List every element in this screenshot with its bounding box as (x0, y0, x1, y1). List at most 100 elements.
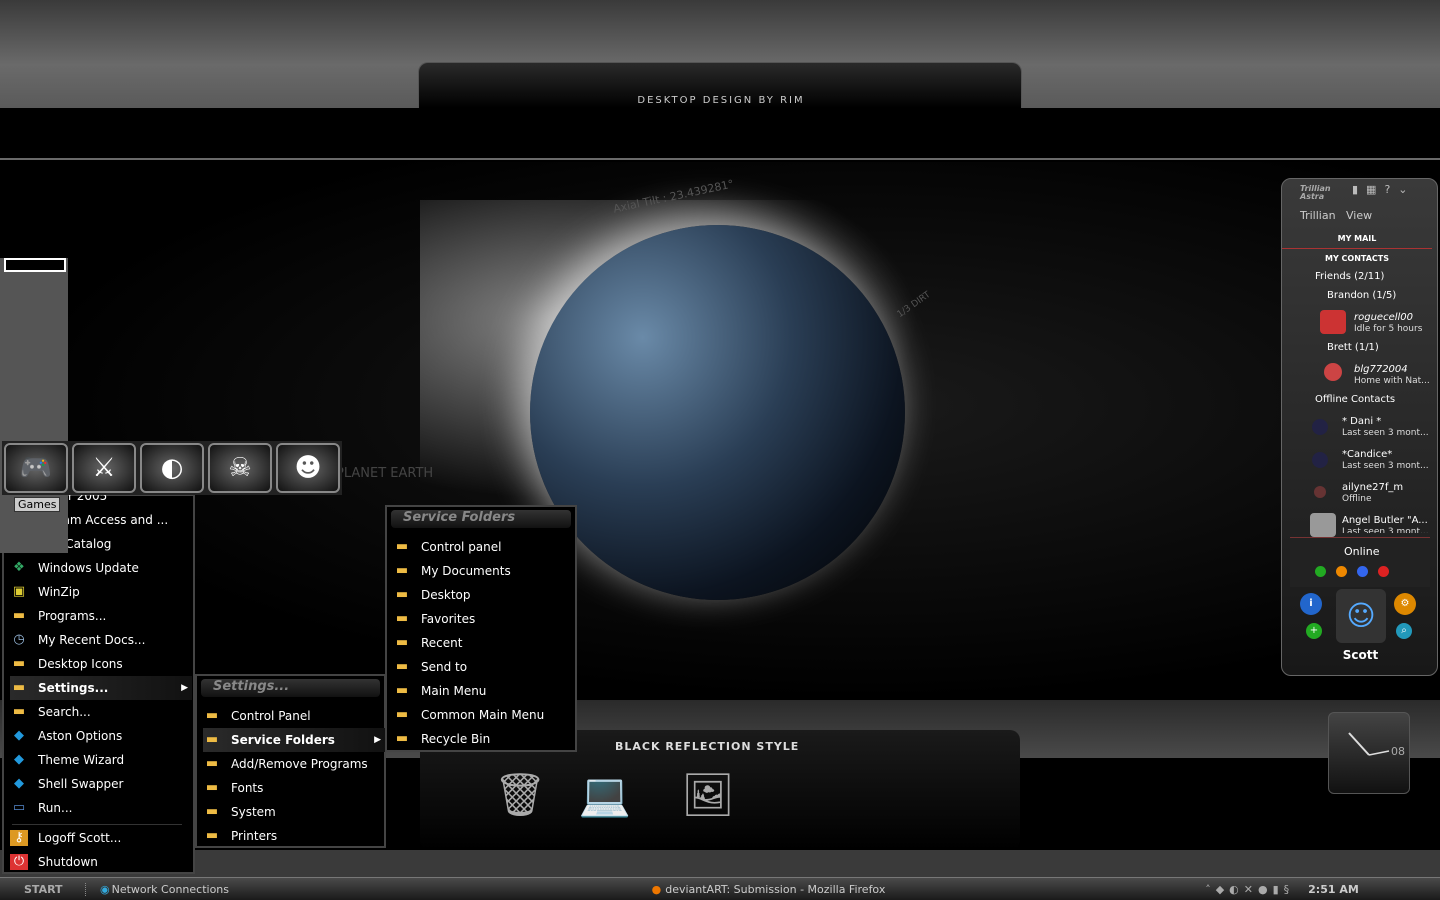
menu-item-label: WinZip (38, 585, 80, 599)
aston-icon: ◆ (14, 752, 24, 767)
status-red-icon[interactable] (1378, 566, 1389, 577)
menu-item-my-documents[interactable]: ▬ My Documents (393, 559, 575, 583)
group-brett[interactable]: Brett (1/1) (1327, 342, 1440, 353)
add-contact-icon[interactable]: + (1306, 623, 1322, 639)
folder-icon: ▬ (205, 828, 219, 843)
smiley-icon[interactable]: ☻ (276, 443, 340, 493)
contact-status: Last seen 3 mont... (1342, 428, 1429, 438)
menu-item-service-folders[interactable]: ▬ Service Folders ▶ (203, 728, 385, 752)
menu-item-aston-options[interactable]: ◆ Aston Options (10, 724, 192, 748)
laptop-icon[interactable]: 💻 (575, 770, 635, 832)
menu-item-send-to[interactable]: ▬ Send to (393, 655, 575, 679)
menu-trillian[interactable]: Trillian (1300, 209, 1336, 222)
menu-item-recent[interactable]: ▬ Recent (393, 631, 575, 655)
banner-title: DESKTOP DESIGN BY RIM (637, 95, 805, 106)
menu-item-search[interactable]: ▬ Search... (10, 700, 192, 724)
menu-item-label: Windows Update (38, 561, 139, 575)
group-friends[interactable]: Friends (2/11) (1315, 271, 1440, 282)
menu-item-programs[interactable]: ▬ Programs... (10, 604, 192, 628)
menu-item-label: Common Main Menu (421, 708, 545, 722)
menu-item-common-main-menu[interactable]: ▬ Common Main Menu (393, 703, 575, 727)
menu-item-shutdown[interactable]: ⏻ Shutdown (10, 850, 190, 874)
tray-icons[interactable]: ˄◆◐✕●▮§ (1205, 883, 1294, 896)
folder-icon: ▬ (395, 731, 409, 746)
folder-icon: ▬ (205, 756, 219, 771)
folder-icon: ▬ (395, 635, 409, 650)
status-blue-icon[interactable] (1357, 566, 1368, 577)
menu-item-windows-update[interactable]: ❖ Windows Update (10, 556, 192, 580)
menu-item-main-menu[interactable]: ▬ Main Menu (393, 679, 575, 703)
group-offline[interactable]: Offline Contacts (1315, 394, 1440, 405)
menu-item-recycle-bin[interactable]: ▬ Recycle Bin (393, 727, 575, 751)
menu-item-favorites[interactable]: ▬ Favorites (393, 607, 575, 631)
menu-item-control-panel[interactable]: ▬ Control Panel (203, 704, 385, 728)
start-button[interactable]: START (24, 882, 86, 896)
info-icon[interactable]: i (1300, 593, 1322, 615)
folder-icon: ▬ (395, 563, 409, 578)
clock-avatar (1324, 363, 1342, 381)
aston-icon: ◆ (14, 776, 24, 791)
menu-item-label: Main Menu (421, 684, 487, 698)
menu-item-label: Search... (38, 705, 91, 719)
menu-item-label: Run... (38, 801, 73, 815)
user-name: Scott (1342, 648, 1379, 662)
user-avatar[interactable]: ☺ (1336, 589, 1386, 643)
menu-item-desktop-icons[interactable]: ▬ Desktop Icons (10, 652, 192, 676)
contact-name[interactable]: *Candice* (1342, 449, 1392, 460)
settings-submenu: Settings... ▬ Control Panel ▬ Service Folde… (195, 674, 386, 848)
menu-item-label: Send to (421, 660, 468, 674)
folder-icon: ▬ (205, 708, 219, 723)
my-contacts-header[interactable]: MY CONTACTS (1282, 251, 1432, 269)
task-network-connections[interactable]: Network Connections (112, 883, 652, 896)
menu-view[interactable]: View (1346, 209, 1372, 222)
contact-name[interactable]: ailyne27f_m (1342, 482, 1403, 493)
menu-item-label: Control panel (421, 540, 502, 554)
menu-item-desktop[interactable]: ▬ Desktop (393, 583, 575, 607)
warcraft-icon[interactable]: ⚔ (72, 443, 136, 493)
start-menu-header-box (4, 258, 66, 272)
submenu-title: Settings... (201, 679, 380, 697)
task-firefox[interactable]: deviantART: Submission - Mozilla Firefox (665, 883, 1205, 896)
status-green-icon[interactable] (1315, 566, 1326, 577)
menu-item-label: Recycle Bin (421, 732, 491, 746)
menu-divider (12, 824, 182, 825)
menu-item-logoff[interactable]: ⚷ Logoff Scott... (10, 826, 190, 850)
menu-item-label: Programs... (38, 609, 107, 623)
contact-name[interactable]: blg772004 (1354, 364, 1408, 375)
photos-icon[interactable]: 🖼 (678, 770, 738, 832)
power-icon: ⏻ (10, 854, 28, 870)
status-orange-icon[interactable] (1336, 566, 1347, 577)
folder-icon: ▬ (395, 707, 409, 722)
menu-item-fonts[interactable]: ▬ Fonts (203, 776, 385, 800)
menu-item-label: Shutdown (38, 855, 98, 869)
contact-name[interactable]: Angel Butler "A... (1342, 515, 1428, 526)
submenu-title: Service Folders (391, 510, 571, 528)
menu-item-control-panel[interactable]: ▬ Control panel (393, 535, 575, 559)
my-mail-header[interactable]: MY MAIL (1282, 231, 1432, 249)
menu-item-my-recent-docs[interactable]: ◷ My Recent Docs... (10, 628, 192, 652)
group-brandon[interactable]: Brandon (1/5) (1327, 290, 1440, 301)
menu-item-run[interactable]: ▭ Run... (10, 796, 192, 820)
skull-icon[interactable]: ☠ (208, 443, 272, 493)
search-icon[interactable]: ⌕ (1396, 623, 1412, 639)
key-icon: ⚷ (10, 830, 28, 846)
trillian-toolbar-icons[interactable]: ▮▦?⌄ (1352, 183, 1416, 196)
status-dropdown[interactable]: Online (1344, 545, 1379, 558)
gamepad-icon[interactable]: 🎮 (4, 443, 68, 493)
menu-item-label: Favorites (421, 612, 476, 626)
settings-gear-icon[interactable]: ⚙ (1394, 593, 1416, 615)
menu-item-label: Settings... (38, 681, 109, 695)
menu-item-add-remove-programs[interactable]: ▬ Add/Remove Programs (203, 752, 385, 776)
menu-item-winzip[interactable]: ▣ WinZip (10, 580, 192, 604)
half-life-icon[interactable]: ◐ (140, 443, 204, 493)
menu-item-shell-swapper[interactable]: ◆ Shell Swapper (10, 772, 192, 796)
firefox-icon: ● (651, 882, 662, 896)
menu-item-system[interactable]: ▬ System (203, 800, 385, 824)
menu-item-settings[interactable]: ▬ Settings... ▶ (10, 676, 192, 700)
recycle-bin-icon[interactable]: 🗑 (490, 770, 550, 832)
contact-name[interactable]: * Dani * (1342, 416, 1381, 427)
menu-item-printers[interactable]: ▬ Printers (203, 824, 385, 848)
windows-update-icon: ❖ (13, 560, 25, 575)
contact-name[interactable]: roguecell00 (1354, 312, 1413, 323)
menu-item-theme-wizard[interactable]: ◆ Theme Wizard (10, 748, 192, 772)
